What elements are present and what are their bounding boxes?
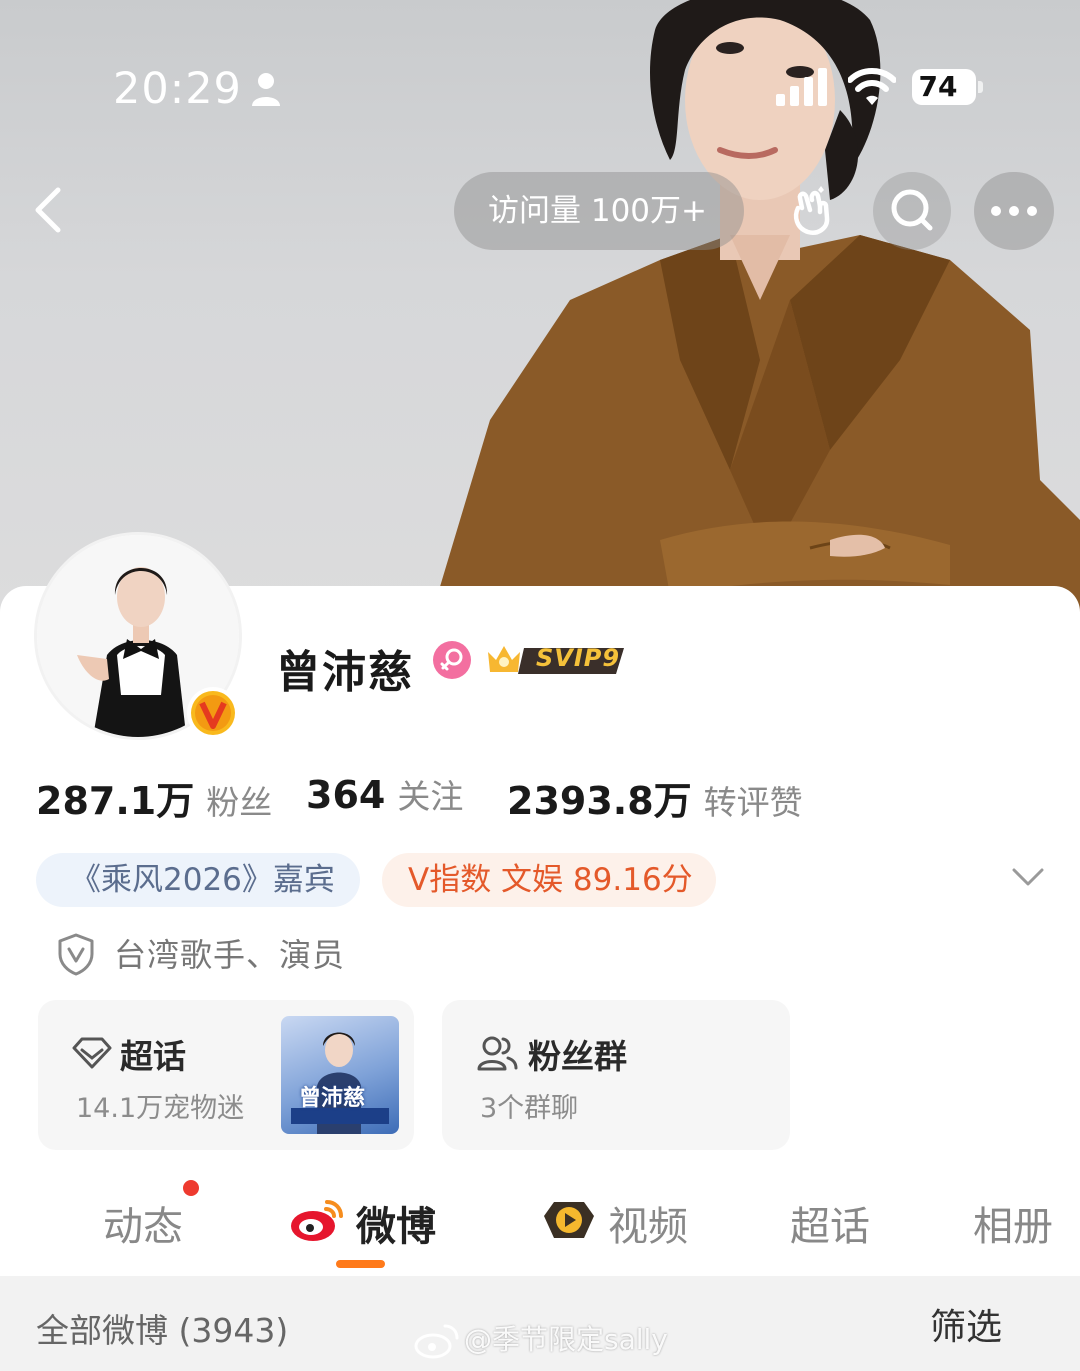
hand-heart-button[interactable] bbox=[772, 172, 850, 250]
stat-followers[interactable]: 287.1万 粉丝 bbox=[36, 770, 272, 825]
v-index-tag[interactable]: V指数 文娱 89.16分 bbox=[382, 853, 716, 907]
svip-level: SVIP9 bbox=[536, 644, 621, 672]
battery-indicator: 74 bbox=[912, 69, 984, 105]
status-time: 20:29 bbox=[113, 64, 242, 114]
weibo-logo-icon bbox=[291, 1200, 343, 1241]
all-posts-count[interactable]: 全部微博 (3943) bbox=[36, 1304, 288, 1352]
stat-following[interactable]: 364 关注 bbox=[306, 770, 463, 818]
finger-heart-icon bbox=[793, 186, 830, 235]
stat-value: 2393.8万 bbox=[507, 779, 692, 823]
thumbnail-caption: 曾沛慈 bbox=[299, 1086, 366, 1111]
profile-name: 曾沛慈 bbox=[276, 647, 414, 698]
back-icon[interactable] bbox=[24, 180, 74, 240]
signal-icon bbox=[776, 68, 827, 106]
watermark-text: @季节限定sally bbox=[464, 1323, 668, 1356]
svip-badge[interactable]: SVIP9 bbox=[484, 638, 630, 682]
battery-level: 74 bbox=[918, 70, 958, 103]
magnifier-icon bbox=[891, 189, 933, 231]
search-button[interactable] bbox=[873, 172, 951, 250]
status-bar: 20:29 74 bbox=[0, 60, 1080, 120]
tab-activity[interactable]: 动态 bbox=[103, 1194, 183, 1252]
stat-value: 364 bbox=[306, 773, 386, 817]
show-guest-tag[interactable]: 《乘风2026》嘉宾 bbox=[36, 853, 360, 907]
stat-label: 粉丝 bbox=[206, 783, 273, 822]
chevron-down-icon[interactable] bbox=[1008, 862, 1048, 892]
weibo-watermark-icon bbox=[414, 1324, 459, 1359]
stat-label: 关注 bbox=[397, 777, 464, 816]
tab-weibo[interactable]: 微博 bbox=[356, 1194, 436, 1252]
notification-dot bbox=[183, 1180, 199, 1196]
more-button[interactable] bbox=[974, 172, 1054, 250]
diamond-icon bbox=[72, 1037, 112, 1069]
fan-group-title: 粉丝群 bbox=[528, 1037, 627, 1076]
fan-group-card[interactable]: 粉丝群 3个群聊 bbox=[442, 1000, 790, 1150]
super-topic-thumbnail[interactable]: 曾沛慈 bbox=[281, 1016, 399, 1134]
stat-label: 转评赞 bbox=[703, 783, 803, 822]
profile-tabs: 动态 微博 视频 超话 相册 bbox=[0, 1180, 1080, 1270]
fan-group-sub: 3个群聊 bbox=[480, 1093, 579, 1124]
group-icon bbox=[477, 1036, 518, 1071]
female-icon bbox=[433, 641, 471, 679]
filter-button[interactable]: 筛选 bbox=[930, 1298, 1002, 1350]
verified-shield-icon bbox=[58, 933, 94, 976]
stat-interactions[interactable]: 2393.8万 转评赞 bbox=[507, 770, 803, 825]
tab-album[interactable]: 相册 bbox=[973, 1194, 1053, 1252]
super-topic-card[interactable]: 超话 14.1万宠物迷 曾沛慈 bbox=[38, 1000, 414, 1150]
cover-photo[interactable]: 20:29 74 访问量 100万+ bbox=[0, 0, 1080, 620]
ellipsis-icon bbox=[991, 206, 1037, 216]
tab-super-topic[interactable]: 超话 bbox=[790, 1194, 870, 1252]
verification-info: 台湾歌手、演员 bbox=[114, 936, 346, 974]
super-topic-title: 超话 bbox=[120, 1037, 186, 1076]
wifi-icon bbox=[848, 68, 896, 105]
video-badge-icon bbox=[544, 1202, 594, 1238]
super-topic-sub: 14.1万宠物迷 bbox=[76, 1093, 245, 1124]
active-tab-indicator bbox=[336, 1260, 385, 1268]
verified-v-icon bbox=[187, 687, 239, 739]
stat-value: 287.1万 bbox=[36, 779, 195, 823]
person-icon bbox=[252, 73, 280, 106]
visits-counter[interactable]: 访问量 100万+ bbox=[454, 172, 744, 250]
tab-video[interactable]: 视频 bbox=[608, 1194, 688, 1252]
thumbnail-portrait bbox=[291, 1032, 389, 1134]
